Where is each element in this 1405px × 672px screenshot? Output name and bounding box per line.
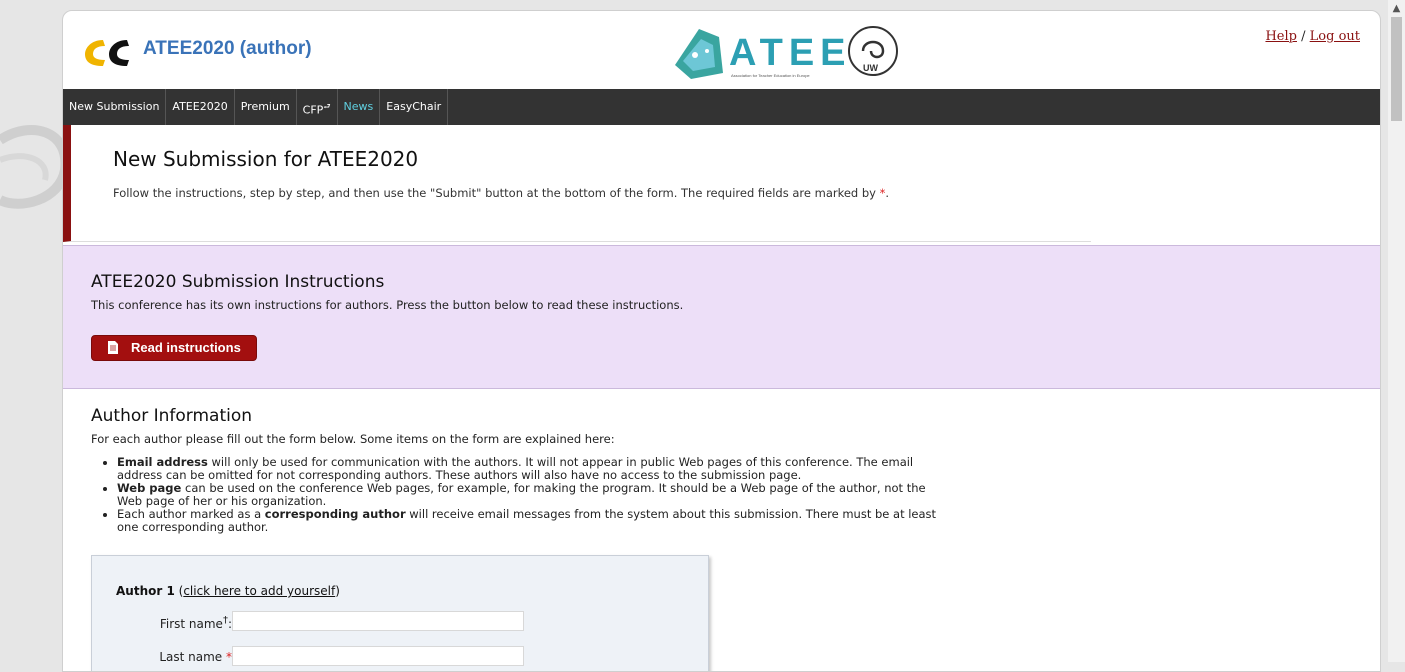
title-block: New Submission for ATEE2020 Follow the i… bbox=[63, 125, 1091, 242]
easychair-logo-icon bbox=[85, 40, 129, 66]
instructions-title: ATEE2020 Submission Instructions bbox=[91, 272, 385, 292]
atee-logo: ATEE Association for Teacher Education i… bbox=[675, 26, 898, 79]
read-instructions-label: Read instructions bbox=[131, 340, 241, 355]
scroll-up-icon[interactable]: ▲ bbox=[1388, 0, 1405, 17]
read-instructions-button[interactable]: Read instructions bbox=[91, 335, 257, 361]
first-name-label: First name†: bbox=[159, 615, 232, 631]
logout-link[interactable]: Log out bbox=[1310, 29, 1360, 44]
author-1-form: Author 1 (click here to add yourself) Fi… bbox=[91, 555, 709, 671]
add-yourself-link[interactable]: click here to add yourself bbox=[183, 584, 335, 598]
menu-item-easychair[interactable]: EasyChair bbox=[380, 89, 449, 125]
page-intro-end: . bbox=[885, 186, 890, 200]
page-container: ATEE2020 (author) ATEE Association for T… bbox=[62, 10, 1381, 672]
uw-seal-icon: UW bbox=[848, 26, 898, 76]
list-item-corresponding-bold: corresponding author bbox=[264, 507, 406, 521]
menu-item-premium[interactable]: Premium bbox=[235, 89, 297, 125]
main-menu: New Submission ATEE2020 Premium CFP⮐ New… bbox=[63, 89, 1380, 125]
document-icon bbox=[108, 341, 118, 354]
first-name-label-text: First name bbox=[159, 617, 223, 631]
last-name-input[interactable] bbox=[232, 646, 524, 666]
list-item-web-page-bold: Web page bbox=[117, 481, 182, 495]
author-info-text: For each author please fill out the form… bbox=[91, 432, 615, 446]
top-links: Help / Log out bbox=[1265, 29, 1360, 44]
author-info-list: Email address will only be used for comm… bbox=[91, 456, 951, 534]
atee-book-icon bbox=[675, 29, 723, 79]
help-link[interactable]: Help bbox=[1265, 29, 1297, 44]
list-item-web-page-text: can be used on the conference Web pages,… bbox=[117, 481, 926, 508]
page-title: New Submission for ATEE2020 bbox=[113, 147, 419, 171]
page-intro: Follow the instructions, step by step, a… bbox=[113, 185, 933, 202]
author-info-title: Author Information bbox=[91, 406, 253, 426]
conference-title: ATEE2020 (author) bbox=[143, 38, 312, 59]
link-separator: / bbox=[1301, 29, 1306, 44]
list-item-web-page: Web page can be used on the conference W… bbox=[117, 482, 951, 508]
menu-item-atee2020[interactable]: ATEE2020 bbox=[166, 89, 235, 125]
list-item-email-text: will only be used for communication with… bbox=[117, 455, 914, 482]
menu-item-new-submission[interactable]: New Submission bbox=[63, 89, 167, 125]
return-arrow-icon: ⮐ bbox=[323, 102, 331, 111]
page-intro-text: Follow the instructions, step by step, a… bbox=[113, 186, 876, 200]
menu-item-cfp[interactable]: CFP⮐ bbox=[297, 89, 338, 125]
list-item-email: Email address will only be used for comm… bbox=[117, 456, 951, 482]
first-name-input[interactable] bbox=[232, 611, 524, 631]
menu-item-news[interactable]: News bbox=[338, 89, 381, 125]
header: ATEE2020 (author) ATEE Association for T… bbox=[63, 11, 1380, 89]
atee-logo-text: ATEE bbox=[729, 32, 852, 74]
menu-item-cfp-label: CFP bbox=[302, 103, 324, 117]
instructions-text: This conference has its own instructions… bbox=[91, 298, 684, 312]
list-item-email-bold: Email address bbox=[117, 455, 208, 469]
vertical-scrollbar[interactable]: ▲ bbox=[1388, 0, 1405, 662]
list-item-corresponding: Each author marked as a corresponding au… bbox=[117, 508, 951, 534]
first-name-marker: † bbox=[222, 615, 228, 626]
atee-logo-subtext: Association for Teacher Education in Eur… bbox=[731, 73, 810, 78]
author-1-label: Author 1 bbox=[116, 584, 175, 598]
author-information-section: Author Information For each author pleas… bbox=[91, 406, 951, 534]
submission-instructions-panel: ATEE2020 Submission Instructions This co… bbox=[63, 245, 1380, 389]
list-item-corresponding-pre: Each author marked as a bbox=[117, 507, 265, 521]
scrollbar-thumb[interactable] bbox=[1391, 17, 1402, 121]
author-1-heading: Author 1 (click here to add yourself) bbox=[116, 584, 340, 598]
uw-seal-abbrev: UW bbox=[863, 63, 878, 73]
